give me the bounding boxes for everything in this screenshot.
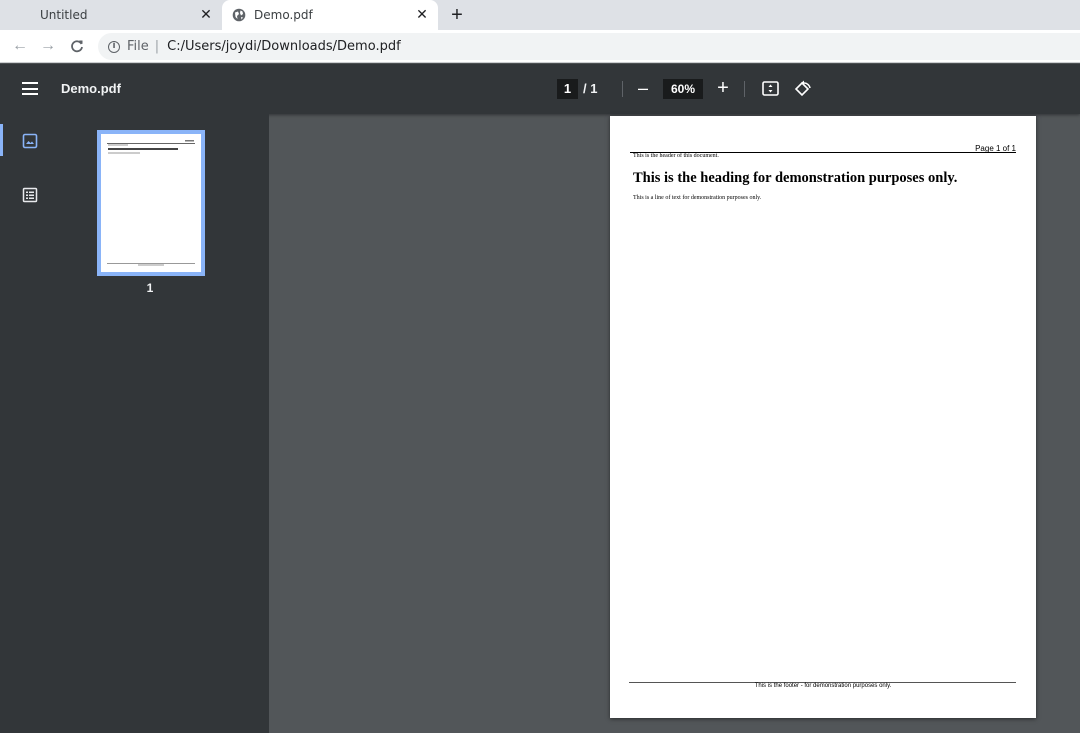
thumbnails-icon[interactable] xyxy=(22,133,38,149)
tab-strip: Untitled ✕ Demo.pdf ✕ + xyxy=(0,0,1080,30)
globe-icon xyxy=(232,8,246,22)
pdf-toolbar: Demo.pdf 1 / 1 – 60% + xyxy=(0,64,1080,114)
document-heading: This is the heading for demonstration pu… xyxy=(633,170,958,186)
close-icon[interactable]: ✕ xyxy=(198,7,214,23)
reload-button[interactable] xyxy=(67,36,87,56)
address-bar[interactable]: i File | C:/Users/joydi/Downloads/Demo.p… xyxy=(98,33,1080,60)
document-title: Demo.pdf xyxy=(61,81,121,96)
tab-title: Untitled xyxy=(40,8,88,22)
info-icon[interactable]: i xyxy=(108,40,120,53)
body-text: This is a line of text for demonstration… xyxy=(633,195,762,201)
browser-toolbar: ← → i File | C:/Users/joydi/Downloads/De… xyxy=(0,30,1080,63)
divider xyxy=(622,81,623,97)
url-text: C:/Users/joydi/Downloads/Demo.pdf xyxy=(167,39,401,54)
thumbnail-preview xyxy=(101,134,201,272)
fit-page-icon[interactable] xyxy=(762,81,779,96)
url-scheme: File xyxy=(127,39,149,54)
active-indicator xyxy=(0,124,3,156)
reload-icon xyxy=(71,40,83,53)
header-text: This is the header of this document. xyxy=(633,153,719,159)
zoom-in-button[interactable]: + xyxy=(713,78,733,98)
pdf-page: Page 1 of 1 This is the header of this d… xyxy=(610,116,1036,718)
menu-icon[interactable] xyxy=(22,82,38,95)
footer-text: This is the footer - for demonstration p… xyxy=(754,683,892,689)
tab-title: Demo.pdf xyxy=(254,8,313,22)
url-separator: | xyxy=(154,39,160,54)
thumbnail-label: 1 xyxy=(146,281,154,295)
zoom-input[interactable]: 60% xyxy=(663,79,703,99)
rotate-icon[interactable] xyxy=(794,80,812,98)
page-number-input[interactable]: 1 xyxy=(557,79,578,99)
tab-demo-pdf[interactable]: Demo.pdf ✕ xyxy=(222,0,438,30)
outline-icon[interactable] xyxy=(22,187,38,203)
page-total: / 1 xyxy=(583,81,598,96)
forward-button[interactable]: → xyxy=(38,36,58,56)
tab-untitled[interactable]: Untitled ✕ xyxy=(0,0,222,30)
zoom-out-button[interactable]: – xyxy=(633,78,653,98)
back-button[interactable]: ← xyxy=(10,36,30,56)
page-thumbnail[interactable] xyxy=(97,130,205,276)
new-tab-button[interactable]: + xyxy=(446,4,468,26)
close-icon[interactable]: ✕ xyxy=(414,7,430,23)
divider xyxy=(744,81,745,97)
